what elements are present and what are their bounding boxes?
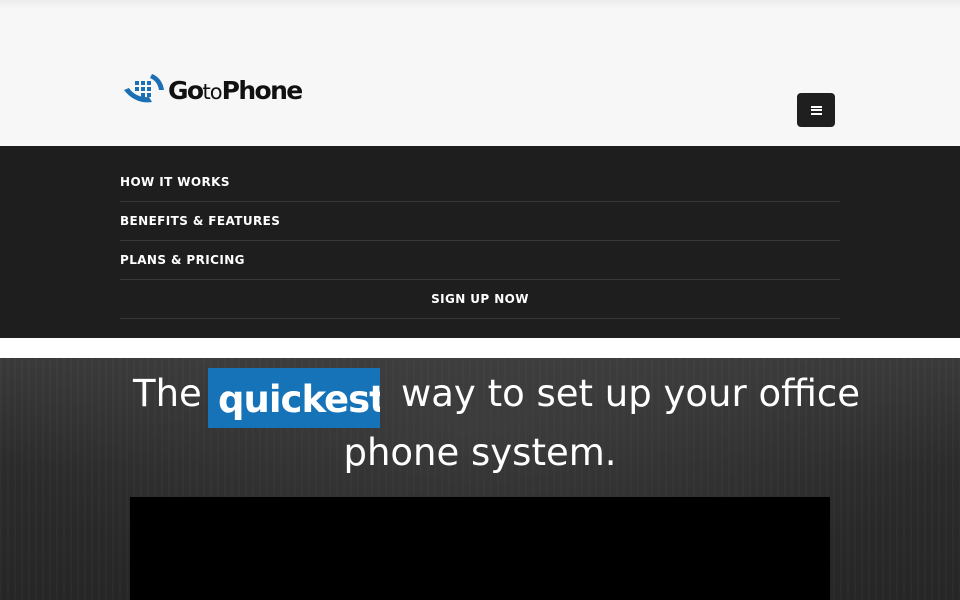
hero-headline-highlight: quickest xyxy=(218,378,380,421)
site-logo[interactable]: GotoPhone xyxy=(122,72,304,108)
hero-headline-rest: way to set up your office xyxy=(401,372,860,415)
logo-text-go: Go xyxy=(168,75,204,105)
logo-text: GotoPhone xyxy=(168,75,304,105)
nav-list: HOW IT WORKS BENEFITS & FEATURES PLANS &… xyxy=(120,163,840,319)
nav-link-benefits-features[interactable]: BENEFITS & FEATURES xyxy=(120,214,280,228)
section-spacer xyxy=(0,338,960,358)
nav-link-plans-pricing[interactable]: PLANS & PRICING xyxy=(120,253,245,267)
nav-item-how-it-works: HOW IT WORKS xyxy=(120,163,840,202)
hero-section: The quickest way to set up your office p… xyxy=(0,358,960,600)
site-header: GotoPhone xyxy=(0,8,960,146)
top-edge-bar xyxy=(0,0,960,8)
menu-toggle-button[interactable] xyxy=(797,93,835,127)
nav-item-plans-pricing: PLANS & PRICING xyxy=(120,241,840,280)
logo-text-phone: Phone xyxy=(221,75,304,105)
hamburger-icon xyxy=(810,105,822,115)
nav-link-sign-up-now[interactable]: SIGN UP NOW xyxy=(431,292,529,306)
nav-item-benefits-features: BENEFITS & FEATURES xyxy=(120,202,840,241)
hero-headline-line1: The quickest way to set up your office xyxy=(0,368,960,428)
phone-keypad-icon xyxy=(124,74,164,103)
nav-link-how-it-works[interactable]: HOW IT WORKS xyxy=(120,175,230,189)
nav-item-sign-up-now: SIGN UP NOW xyxy=(120,280,840,319)
video-player[interactable] xyxy=(130,497,830,600)
hero-headline-the: The xyxy=(133,372,202,415)
hero-highlight-box: quickest xyxy=(208,368,380,428)
hero-headline-line2: phone system. xyxy=(343,431,617,474)
main-navigation: HOW IT WORKS BENEFITS & FEATURES PLANS &… xyxy=(0,146,960,338)
logo-text-to: to xyxy=(202,79,223,104)
